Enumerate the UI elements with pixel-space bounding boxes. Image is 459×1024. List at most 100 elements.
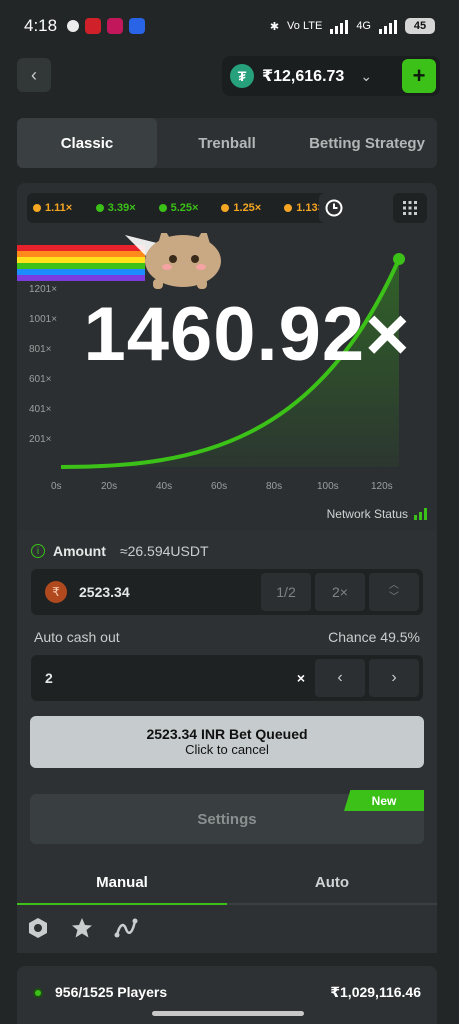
status-time: 4:18 xyxy=(24,16,58,35)
wallet-selector[interactable]: ₮ ₹12,616.73 ⌄ + xyxy=(222,56,440,96)
increase-button[interactable]: › xyxy=(369,659,419,697)
status-bar: 4:18 ✱ Vo LTE 4G 45 xyxy=(0,0,459,52)
network-status: Network Status xyxy=(327,507,427,521)
history-item[interactable]: 3.39× xyxy=(95,202,155,214)
tab-trenball[interactable]: Trenball xyxy=(157,118,297,168)
grid-menu-button[interactable] xyxy=(393,193,427,223)
curve-icon[interactable] xyxy=(113,915,139,941)
grid-icon xyxy=(403,201,417,215)
chevron-left-icon: ‹ xyxy=(31,64,37,85)
amount-header: i Amount ≈26.594USDT xyxy=(31,543,209,559)
amount-controls: 1/2 2× ︿ ﹀ xyxy=(261,573,419,611)
half-button[interactable]: 1/2 xyxy=(261,573,311,611)
amount-label: Amount xyxy=(53,543,106,559)
history-dot xyxy=(221,204,230,212)
network-bars-icon xyxy=(414,508,427,520)
chat-icon xyxy=(67,20,80,32)
double-button[interactable]: 2× xyxy=(315,573,365,611)
chevron-up-icon[interactable]: ︿ xyxy=(389,580,399,592)
chevron-left-icon: ‹ xyxy=(337,669,343,686)
bet-panel: i Amount ≈26.594USDT ₹ 2523.34 1/2 2× ︿ … xyxy=(17,531,437,953)
chance-label: Chance 49.5% xyxy=(328,629,420,645)
history-dot xyxy=(33,204,41,212)
bet-queued-title: 2523.34 INR Bet Queued xyxy=(146,726,308,742)
y-tick-label: 401× xyxy=(29,404,52,415)
home-indicator[interactable] xyxy=(152,1011,304,1016)
curve-head xyxy=(393,253,405,265)
chevron-down-icon: ⌄ xyxy=(360,67,373,84)
header: ‹ ₮ ₹12,616.73 ⌄ + xyxy=(0,52,459,102)
rainbow-trail xyxy=(17,245,145,281)
clock-icon xyxy=(325,199,343,217)
x-tick-label: 100s xyxy=(317,481,339,492)
tether-icon: ₮ xyxy=(230,64,254,88)
x-tick-label: 20s xyxy=(101,481,117,492)
history-dot xyxy=(284,204,293,212)
network-label: 4G xyxy=(356,20,371,32)
notification-icons xyxy=(67,18,146,34)
x-tick-label: 120s xyxy=(371,481,393,492)
online-dot-icon xyxy=(33,988,43,998)
x-tick-label: 40s xyxy=(156,481,172,492)
players-count: 956/1525 Players xyxy=(55,984,168,1000)
crash-chart-card: 1.11× 3.39× 5.25× 1.25× 1.13× 1201× 1001… xyxy=(17,183,437,531)
network-status-label: Network Status xyxy=(326,507,408,521)
decrease-button[interactable]: ‹ xyxy=(315,659,365,697)
y-tick-label: 201× xyxy=(29,434,52,445)
tab-classic[interactable]: Classic xyxy=(17,118,157,168)
amount-value[interactable]: 2523.34 xyxy=(79,584,130,600)
x-axis-labels: 0s 20s 40s 60s 80s 100s 120s xyxy=(51,481,393,492)
history-strip: 1.11× 3.39× 5.25× 1.25× 1.13× xyxy=(27,193,349,223)
multiplier-x-label: × xyxy=(296,670,305,686)
x-tick-label: 0s xyxy=(51,481,62,492)
y-axis-labels: 1201× 1001× 801× 601× 401× 201× xyxy=(29,284,57,445)
bet-mode-tabs: Manual Auto xyxy=(17,861,437,905)
amount-stepper[interactable]: ︿ ﹀ xyxy=(369,573,419,611)
y-tick-label: 601× xyxy=(29,374,52,385)
status-right: ✱ Vo LTE 4G 45 xyxy=(270,18,435,34)
chevron-right-icon: › xyxy=(391,669,397,686)
signal-icon xyxy=(330,18,349,34)
game-tabs: Classic Trenball Betting Strategy xyxy=(17,118,437,168)
players-total-bet: ₹1,029,116.46 xyxy=(330,984,421,1000)
amount-conversion: ≈26.594USDT xyxy=(119,543,209,559)
auto-cashout-input[interactable]: 2 × ‹ › xyxy=(31,655,423,701)
history-dot xyxy=(95,204,104,212)
history-item[interactable]: 1.11× xyxy=(33,202,92,214)
amount-input[interactable]: ₹ 2523.34 1/2 2× ︿ ﹀ xyxy=(31,569,423,615)
jio-icon xyxy=(85,18,102,34)
y-tick-label: 1201× xyxy=(29,284,57,295)
deposit-button[interactable]: + xyxy=(402,59,436,93)
tab-auto[interactable]: Auto xyxy=(227,861,437,905)
tab-manual[interactable]: Manual xyxy=(17,861,227,905)
history-item[interactable]: 1.25× xyxy=(221,202,280,214)
history-dot xyxy=(158,204,167,212)
x-tick-label: 80s xyxy=(266,481,282,492)
battery-icon: 45 xyxy=(405,18,435,34)
back-button[interactable]: ‹ xyxy=(17,58,51,92)
bet-queued-button[interactable]: 2523.34 INR Bet Queued Click to cancel xyxy=(30,716,424,768)
bluetooth-icon: ✱ xyxy=(269,20,280,33)
lte-label: Vo LTE xyxy=(287,20,323,32)
auto-cashout-label: Auto cash out xyxy=(34,629,120,645)
cashout-row-labels: Auto cash out Chance 49.5% xyxy=(34,629,420,645)
y-tick-label: 1001× xyxy=(29,314,57,325)
bet-queued-subtitle: Click to cancel xyxy=(185,742,269,757)
hexagon-icon[interactable] xyxy=(25,915,51,941)
tab-betting-strategy[interactable]: Betting Strategy xyxy=(297,118,437,168)
star-icon[interactable] xyxy=(69,915,95,941)
chevron-down-icon[interactable]: ﹀ xyxy=(389,592,399,604)
current-multiplier: 1460.92× xyxy=(83,292,411,377)
auto-cashout-value[interactable]: 2 xyxy=(45,670,53,686)
y-tick-label: 801× xyxy=(29,344,52,355)
app-icon xyxy=(129,18,146,34)
wallet-amount: ₹12,616.73 xyxy=(262,68,345,85)
history-clock-button[interactable] xyxy=(319,193,349,223)
history-item[interactable]: 5.25× xyxy=(158,202,218,214)
info-icon[interactable]: i xyxy=(31,544,45,558)
tool-row xyxy=(25,915,139,941)
app-m-icon xyxy=(107,18,124,34)
signal-icon-2 xyxy=(379,18,397,34)
new-badge: New xyxy=(344,790,424,811)
rupee-icon: ₹ xyxy=(45,581,67,603)
